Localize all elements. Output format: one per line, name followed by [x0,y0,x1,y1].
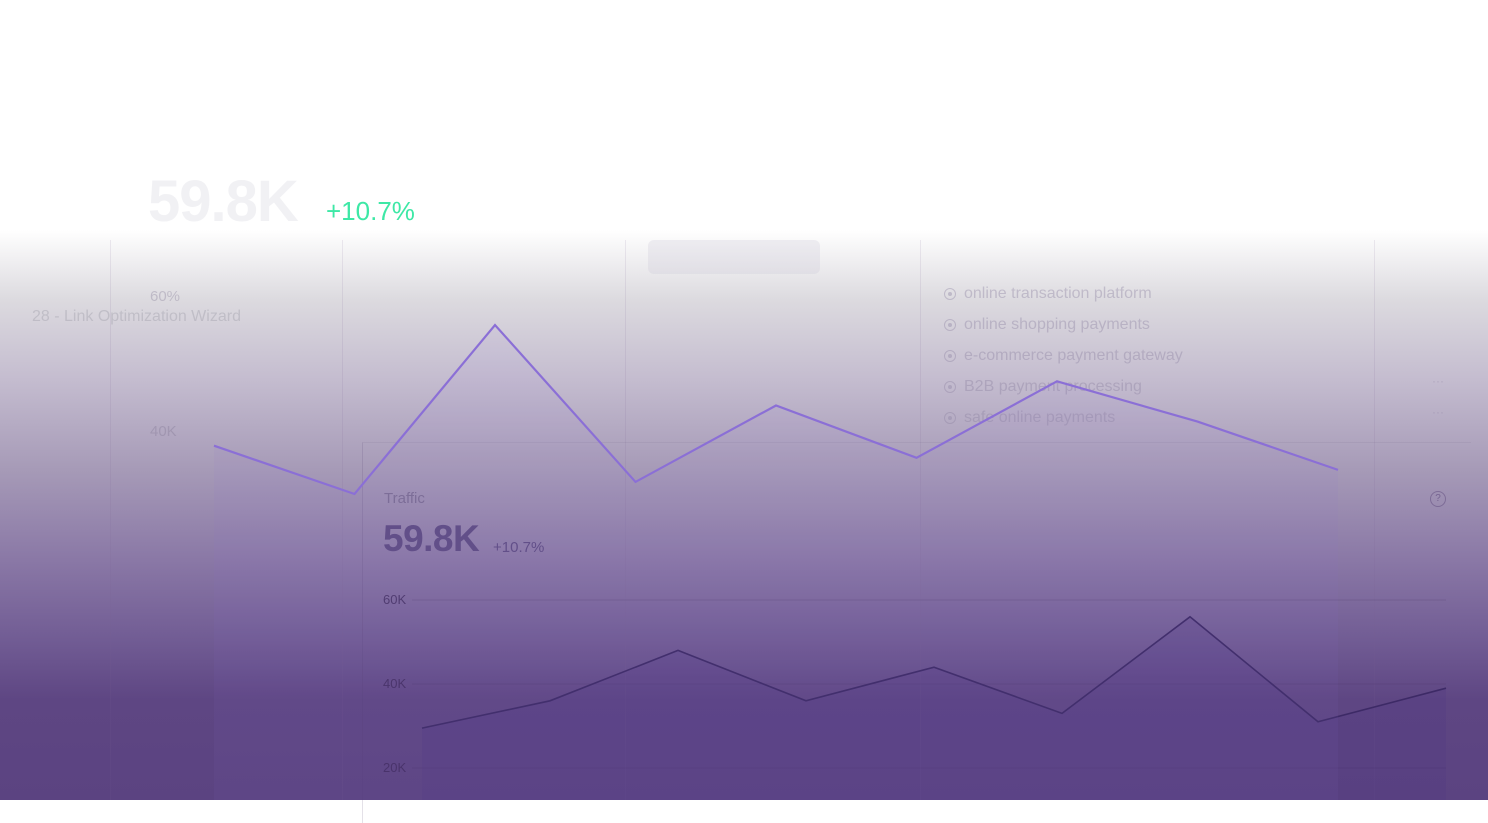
chart-canvas [0,0,1488,800]
accent-area-fill [214,325,1338,800]
